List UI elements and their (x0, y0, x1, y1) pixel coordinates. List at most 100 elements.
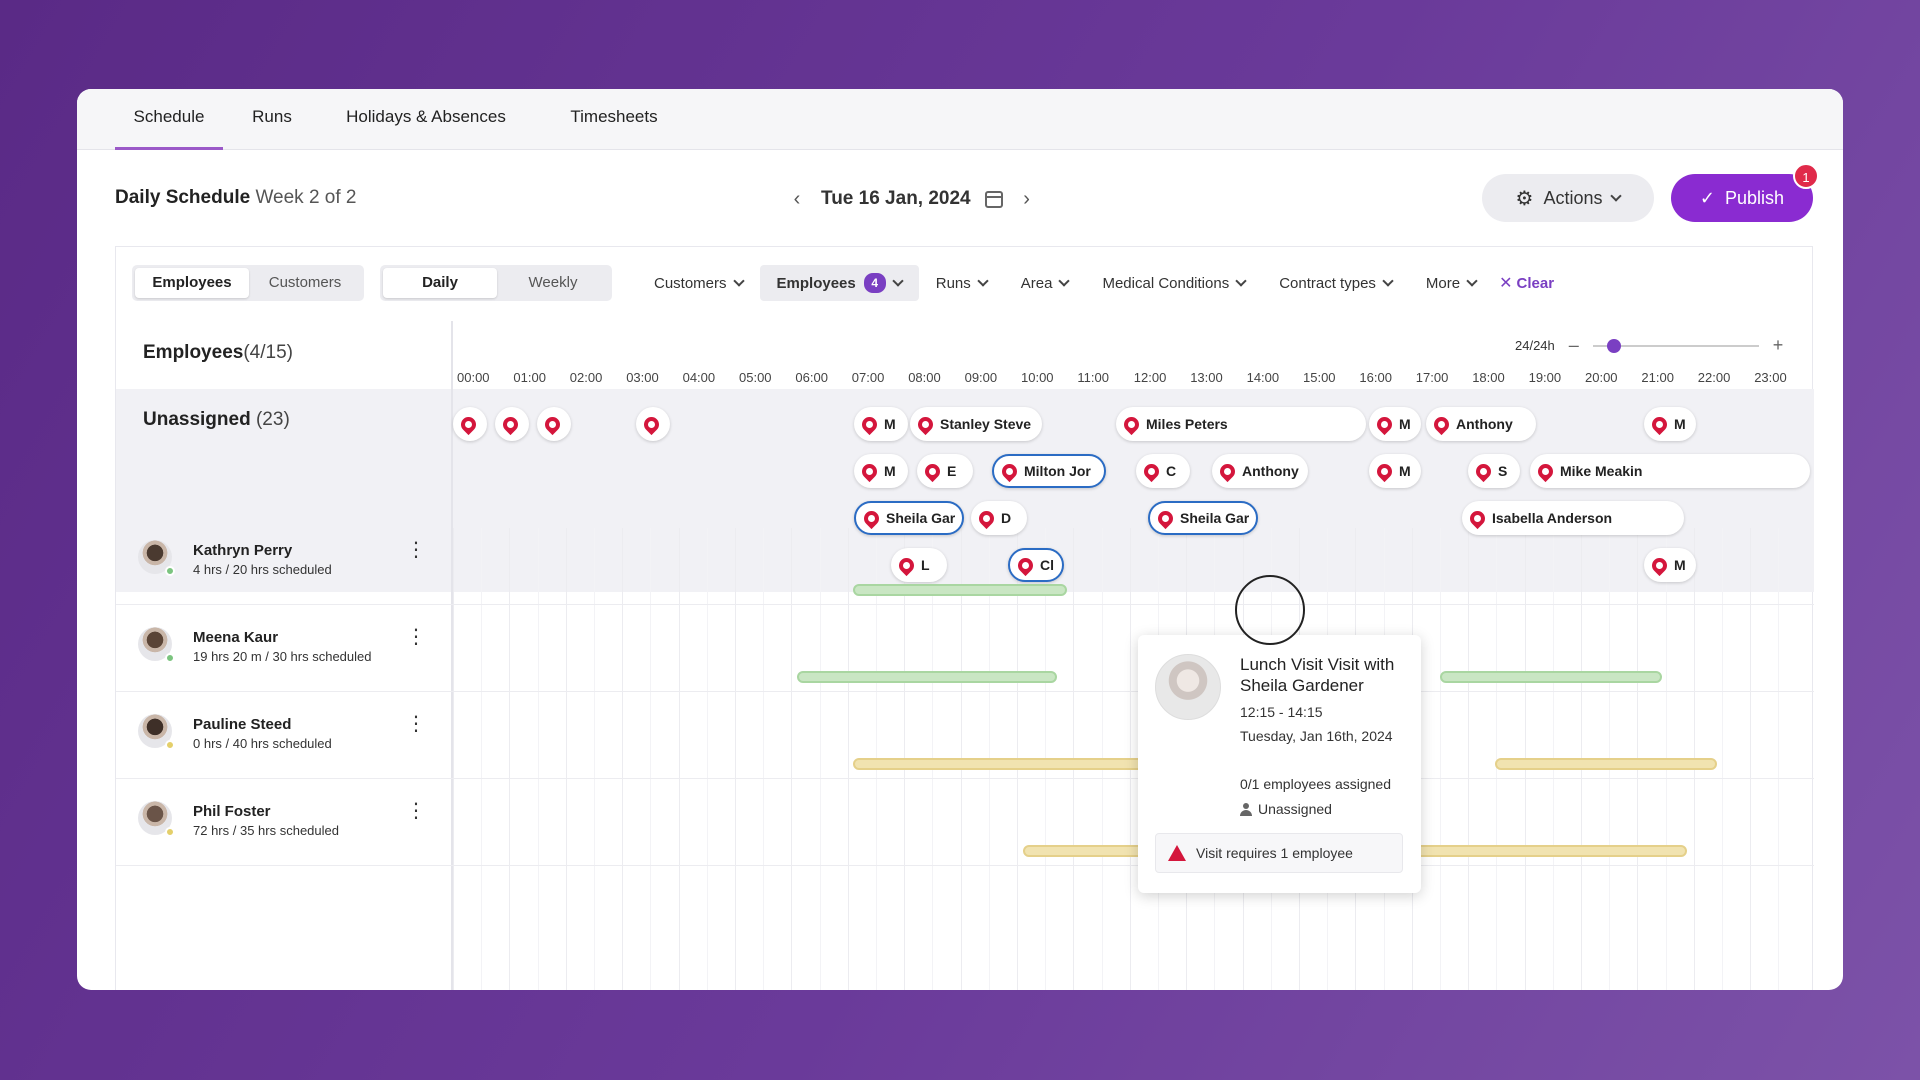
tooltip-title: Lunch Visit Visit with Sheila Gardener (1240, 655, 1395, 695)
hour-label: 15:00 (1303, 370, 1336, 385)
visit-chip[interactable]: M (854, 454, 908, 488)
customer-avatar (1155, 654, 1221, 720)
tooltip-time: 12:15 - 14:15 (1240, 704, 1323, 720)
publish-button[interactable]: ✓ Publish (1671, 174, 1813, 222)
prev-day-icon[interactable]: ‹ (787, 188, 807, 211)
visit-chip[interactable] (636, 407, 670, 441)
visit-chip[interactable]: E (917, 454, 973, 488)
chevron-down-icon (977, 275, 989, 287)
more-options-icon[interactable]: ⋮ (406, 801, 426, 821)
visit-chip[interactable]: Sheila Gar (854, 501, 964, 535)
employees-heading: Employees(4/15) (143, 342, 293, 364)
filter-runs[interactable]: Runs (919, 265, 1004, 301)
visit-chip[interactable] (453, 407, 487, 441)
visit-label: L (921, 557, 930, 573)
shift-bar[interactable] (1495, 758, 1717, 770)
more-options-icon[interactable]: ⋮ (406, 714, 426, 734)
shift-bar[interactable] (797, 671, 1057, 683)
visit-label: Isabella Anderson (1492, 510, 1613, 526)
shift-bar[interactable] (1440, 671, 1662, 683)
employee-hours: 4 hrs / 20 hrs scheduled (193, 562, 332, 577)
location-pin-icon (1140, 460, 1163, 482)
employee-name: Meena Kaur (193, 629, 279, 646)
visit-chip[interactable]: M (1369, 454, 1421, 488)
location-pin-icon (499, 413, 522, 435)
location-pin-icon (975, 507, 998, 529)
visit-label: Cl (1040, 557, 1054, 573)
toggle-weekly[interactable]: Weekly (497, 268, 609, 298)
filter-area-label: Area (1020, 274, 1053, 292)
calendar-icon[interactable] (984, 190, 1003, 208)
filter-employees[interactable]: Employees 4 (759, 265, 919, 301)
toggle-employees[interactable]: Employees (135, 268, 249, 298)
visit-chip[interactable]: Mike Meakin (1530, 454, 1810, 488)
location-pin-icon (921, 460, 944, 482)
tooltip-warning: Visit requires 1 employee (1155, 833, 1403, 873)
location-pin-icon (1648, 554, 1671, 576)
visit-label: Sheila Gar (886, 510, 956, 526)
visit-chip[interactable] (495, 407, 529, 441)
tab-runs[interactable]: Runs (242, 89, 302, 150)
zoom-slider-knob[interactable] (1606, 338, 1621, 353)
hour-label: 02:00 (569, 370, 603, 385)
visit-chip[interactable]: Anthony (1426, 407, 1536, 441)
filter-area[interactable]: Area (1004, 265, 1086, 301)
location-pin-icon (1154, 507, 1177, 529)
zoom-out-icon[interactable]: – (1569, 335, 1579, 356)
shift-bar[interactable] (853, 584, 1067, 596)
zoom-slider[interactable] (1592, 338, 1759, 353)
tab-schedule[interactable]: Schedule (115, 89, 223, 150)
unassigned-heading-label: Unassigned (143, 409, 251, 430)
chevron-down-icon (1058, 275, 1071, 287)
actions-button[interactable]: ⚙ Actions (1482, 174, 1654, 222)
filter-more[interactable]: More (1409, 265, 1493, 301)
visit-chip[interactable]: Miles Peters (1116, 407, 1366, 441)
hour-axis: 00:00 01:00 02:00 03:00 04:00 05:00 06:00 07:00… (116, 370, 1812, 390)
tab-holidays-absences[interactable]: Holidays & Absences (344, 89, 508, 150)
hour-label: 01:00 (513, 370, 546, 385)
filter-medical-conditions[interactable]: Medical Conditions (1085, 265, 1262, 301)
employee-name: Kathryn Perry (193, 542, 293, 559)
visit-chip[interactable] (537, 407, 571, 441)
hour-label: 03:00 (626, 370, 659, 385)
toggle-daily[interactable]: Daily (383, 268, 497, 298)
more-options-icon[interactable]: ⋮ (406, 627, 426, 647)
toggle-customers[interactable]: Customers (249, 268, 361, 298)
filter-contract-types[interactable]: Contract types (1262, 265, 1409, 301)
visit-label: M (1399, 416, 1411, 432)
zoom-in-icon[interactable]: + (1773, 335, 1784, 356)
clear-filters-button[interactable]: ✕ Clear (1493, 273, 1554, 293)
visit-chip[interactable]: Stanley Steve (910, 407, 1042, 441)
visit-chip[interactable]: M (1644, 548, 1696, 582)
visit-chip[interactable]: Isabella Anderson (1462, 501, 1684, 535)
visit-chip[interactable]: L (891, 548, 947, 582)
visit-chip[interactable]: Anthony (1212, 454, 1308, 488)
employees-heading-count: (4/15) (243, 342, 293, 363)
hour-label: 16:00 (1359, 370, 1392, 385)
visit-chip[interactable]: D (971, 501, 1027, 535)
hour-label: 12:00 (1133, 370, 1167, 385)
visit-chip[interactable]: M (1644, 407, 1696, 441)
more-options-icon[interactable]: ⋮ (406, 540, 426, 560)
visit-chip[interactable]: Milton Jor (992, 454, 1106, 488)
location-pin-icon (998, 460, 1021, 482)
visit-chip[interactable]: Sheila Gar (1148, 501, 1258, 535)
visit-label: Mike Meakin (1560, 463, 1643, 479)
publish-badge: 1 (1793, 163, 1819, 189)
visit-label: Miles Peters (1146, 416, 1228, 432)
status-dot (165, 827, 175, 837)
visit-chip[interactable]: Cl (1008, 548, 1064, 582)
page-title-main: Daily Schedule (115, 187, 251, 208)
visit-chip[interactable]: M (1369, 407, 1421, 441)
visit-label: S (1498, 463, 1508, 479)
visit-chip[interactable]: S (1468, 454, 1520, 488)
filter-medical-label: Medical Conditions (1102, 274, 1230, 292)
tab-timesheets[interactable]: Timesheets (564, 89, 664, 150)
next-day-icon[interactable]: › (1017, 188, 1037, 211)
visit-chip[interactable]: M (854, 407, 908, 441)
hour-label: 14:00 (1246, 370, 1280, 385)
location-pin-icon (1430, 413, 1453, 435)
filter-customers[interactable]: Customers (637, 265, 760, 301)
chevron-down-icon (1610, 190, 1623, 202)
visit-chip[interactable]: C (1136, 454, 1190, 488)
